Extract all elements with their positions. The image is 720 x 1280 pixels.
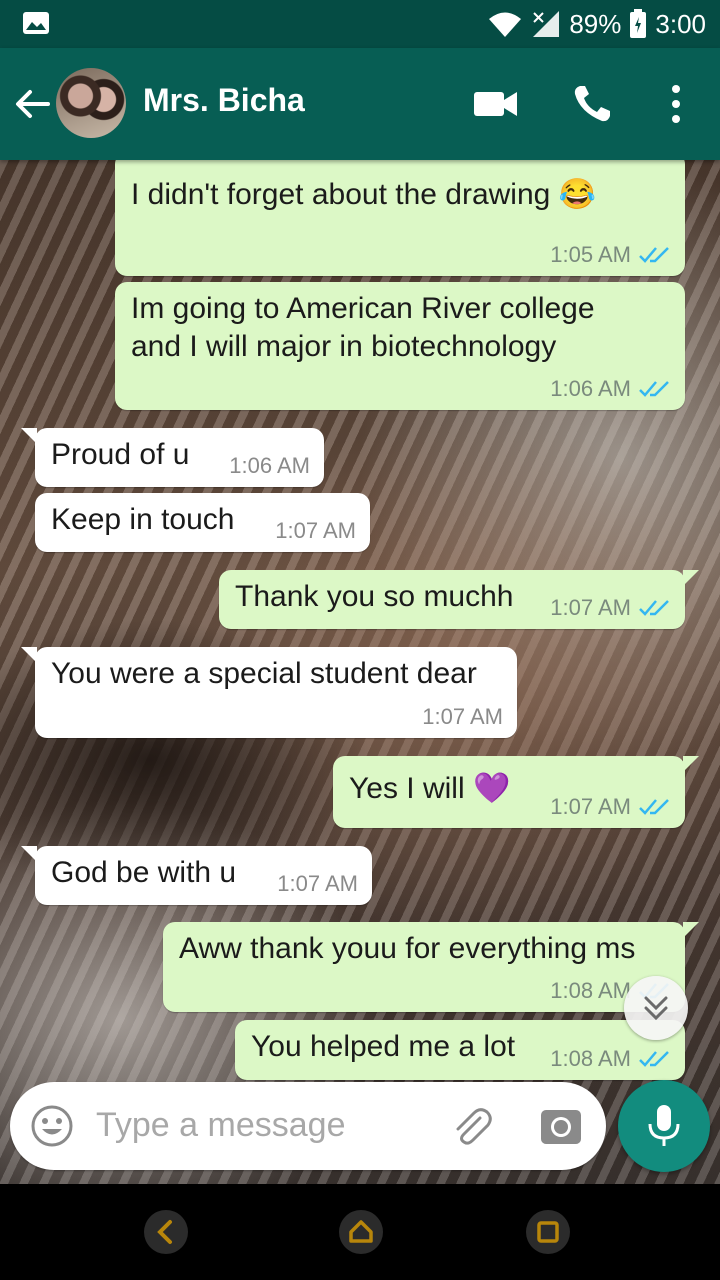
back-arrow-icon[interactable]: [12, 84, 52, 124]
message-bubble-incoming[interactable]: Proud of u 1:06 AM: [21, 428, 324, 487]
bubble-tail: [683, 922, 699, 938]
message-text: Im going to American River college and I…: [131, 290, 595, 366]
nav-back-button[interactable]: [144, 1210, 188, 1254]
message-meta: 1:07 AM: [550, 595, 671, 621]
message-meta: 1:06 AM: [550, 376, 671, 402]
mic-icon: [648, 1105, 680, 1146]
message-time: 1:05 AM: [550, 242, 631, 267]
message-text: You helped me a lot: [251, 1030, 516, 1063]
nav-home-button[interactable]: [339, 1210, 383, 1254]
message-text: Thank you so muchh: [235, 580, 514, 613]
voice-record-button[interactable]: [618, 1080, 710, 1172]
message-input[interactable]: Type a message: [96, 1106, 345, 1145]
bubble-tail: [683, 570, 699, 586]
message-line: Im going to American River college: [131, 292, 595, 325]
message-bubble-outgoing[interactable]: Im going to American River college and I…: [115, 282, 685, 410]
message-meta: 1:07 AM: [275, 518, 356, 544]
nav-recents-icon: [537, 1221, 559, 1243]
message-bubble-incoming[interactable]: Keep in touch 1:07 AM: [35, 493, 370, 552]
message-bubble-incoming[interactable]: You were a special student dear 1:07 AM: [21, 647, 517, 738]
nav-back-icon: [157, 1220, 172, 1244]
avatar[interactable]: [56, 68, 126, 138]
image-icon: [23, 12, 49, 34]
read-receipt-icon: [639, 1051, 669, 1067]
phone-icon[interactable]: [572, 84, 612, 124]
nav-recents-button[interactable]: [526, 1210, 570, 1254]
contact-name[interactable]: Mrs. Bicha: [143, 82, 305, 119]
message-line: and I will major in biotechnology: [131, 330, 557, 363]
emoji-icon[interactable]: [30, 1104, 74, 1148]
message-time: 1:07 AM: [422, 704, 503, 729]
message-meta: 1:07 AM: [422, 704, 503, 730]
message-bubble-outgoing[interactable]: I didn't forget about the drawing 😂 1:05…: [115, 160, 685, 276]
message-composer[interactable]: Type a message: [10, 1082, 606, 1170]
message-text: Proud of u: [51, 438, 190, 471]
message-time: 1:07 AM: [277, 871, 358, 896]
video-call-icon[interactable]: [474, 90, 518, 118]
message-meta: 1:06 AM: [229, 453, 310, 479]
double-chevron-down-icon: [644, 996, 668, 1021]
message-time: 1:06 AM: [550, 376, 631, 401]
message-bubble-outgoing[interactable]: Aww thank youu for everything ms 1:08 AM: [163, 922, 699, 1012]
message-time: 1:07 AM: [550, 794, 631, 819]
message-bubble-outgoing[interactable]: You helped me a lot 1:08 AM: [235, 1020, 685, 1080]
signal-icon: [533, 11, 560, 37]
clock: 3:00: [655, 8, 706, 39]
message-meta: 1:08 AM: [550, 1046, 671, 1072]
chat-header: Mrs. Bicha: [0, 48, 720, 160]
message-time: 1:08 AM: [550, 978, 631, 1003]
message-text: You were a special student dear: [51, 657, 477, 690]
bubble-tail: [21, 428, 37, 444]
bubble-tail: [21, 846, 37, 862]
message-bubble-outgoing[interactable]: Yes I will 💜 1:07 AM: [333, 756, 699, 828]
message-meta: 1:05 AM: [550, 242, 671, 268]
message-time: 1:06 AM: [229, 453, 310, 478]
message-meta: 1:07 AM: [277, 871, 358, 897]
read-receipt-icon: [639, 799, 669, 815]
message-time: 1:07 AM: [275, 518, 356, 543]
camera-icon[interactable]: [540, 1106, 582, 1146]
message-bubble-incoming[interactable]: God be with u 1:07 AM: [21, 846, 372, 905]
message-time: 1:08 AM: [550, 1046, 631, 1071]
message-bubble-outgoing[interactable]: Thank you so muchh 1:07 AM: [219, 570, 699, 629]
message-time: 1:07 AM: [550, 595, 631, 620]
message-text: I didn't forget about the drawing 😂: [131, 178, 597, 211]
bubble-tail: [683, 756, 699, 772]
bubble-tail: [21, 647, 37, 663]
battery-icon: [630, 9, 647, 38]
read-receipt-icon: [639, 600, 669, 616]
read-receipt-icon: [639, 247, 669, 263]
attach-icon[interactable]: [450, 1104, 494, 1148]
status-bar: 89% 3:00: [0, 0, 720, 48]
battery-percent: 89%: [569, 8, 622, 39]
message-text: Aww thank youu for everything ms: [179, 932, 636, 965]
message-text: God be with u: [51, 856, 237, 889]
wifi-icon: [489, 12, 522, 37]
scroll-to-bottom-button[interactable]: [624, 976, 688, 1040]
message-text: Yes I will 💜: [349, 772, 511, 805]
more-vert-icon[interactable]: [670, 84, 682, 124]
system-nav-bar: [0, 1184, 720, 1280]
message-text: Keep in touch: [51, 503, 235, 536]
chat-wallpaper: I didn't forget about the drawing 😂 1:05…: [0, 160, 720, 1184]
nav-home-icon: [349, 1220, 373, 1243]
read-receipt-icon: [639, 381, 669, 397]
message-meta: 1:07 AM: [550, 794, 671, 820]
